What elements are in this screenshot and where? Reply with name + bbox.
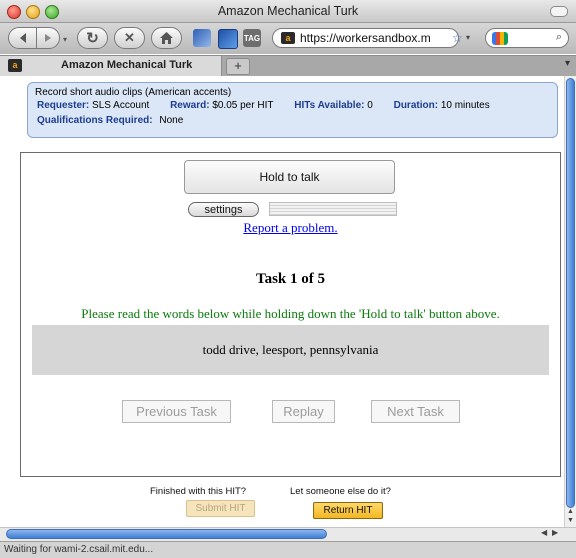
scroll-up-icon[interactable]: ▲ (567, 508, 574, 515)
toolbar-toggle-icon[interactable] (550, 6, 568, 17)
bookmark-icon[interactable] (193, 29, 211, 47)
requester-value: SLS Account (92, 100, 150, 111)
tab-overflow-icon[interactable]: ▾ (565, 58, 570, 69)
search-bar[interactable]: ⌕ (485, 28, 569, 48)
horizontal-scroll-thumb[interactable] (6, 529, 327, 539)
hit-info-box: Record short audio clips (American accen… (27, 82, 558, 138)
task-instruction: Please read the words below while holdin… (81, 306, 500, 321)
report-problem-link[interactable]: Report a problem. (21, 220, 560, 236)
stop-icon: ✕ (124, 30, 135, 45)
let-someone-else-text: Let someone else do it? (290, 486, 391, 497)
horizontal-scrollbar[interactable]: ◀ ▶ (0, 527, 576, 541)
tag-icon[interactable]: TAG (243, 29, 261, 47)
window-title: Amazon Mechanical Turk (217, 4, 359, 18)
tab-amazon-mechanical-turk[interactable]: a Amazon Mechanical Turk (0, 56, 222, 76)
new-tab-button[interactable]: + (226, 58, 250, 75)
url-text[interactable]: https://workersandbox.m (300, 31, 431, 45)
reload-button[interactable]: ↻ (77, 27, 108, 49)
task-title: Task 1 of 5 (255, 271, 326, 287)
phrase-text: todd drive, leesport, pennsylvania (202, 342, 379, 357)
status-bar: Waiting for wami-2.csail.mit.edu... (0, 541, 576, 558)
scroll-down-icon[interactable]: ▼ (567, 517, 574, 524)
star-icon[interactable]: ☆ (452, 31, 463, 45)
bookmarks-bar-icon[interactable] (218, 29, 238, 49)
hold-to-talk-button[interactable]: Hold to talk (184, 160, 395, 194)
previous-task-button[interactable]: Previous Task (122, 400, 231, 423)
forward-icon (45, 34, 51, 42)
back-icon (19, 33, 26, 43)
return-hit-button[interactable]: Return HIT (313, 502, 383, 519)
hit-title: Record short audio clips (American accen… (35, 87, 232, 98)
audio-level-meter (269, 202, 397, 216)
status-text: Waiting for wami-2.csail.mit.edu... (4, 544, 154, 555)
site-favicon: a (281, 32, 295, 44)
scroll-left-icon[interactable]: ◀ (541, 528, 547, 537)
stop-button[interactable]: ✕ (114, 27, 145, 49)
settings-button[interactable]: settings (188, 202, 259, 217)
finished-hit-text: Finished with this HIT? (150, 486, 247, 497)
submit-hit-button[interactable]: Submit HIT (186, 500, 255, 517)
home-icon (160, 32, 173, 44)
reward-label: Reward: (170, 100, 210, 111)
tab-favicon: a (8, 59, 22, 72)
page-content: Record short audio clips (American accen… (0, 76, 564, 527)
scroll-right-icon[interactable]: ▶ (552, 528, 558, 537)
history-dropdown-icon[interactable]: ▾ (63, 35, 67, 44)
forward-button[interactable] (36, 27, 60, 49)
reload-icon: ↻ (86, 30, 99, 47)
duration-value: 10 minutes (440, 100, 490, 111)
next-task-button[interactable]: Next Task (371, 400, 460, 423)
phrase-to-read: todd drive, leesport, pennsylvania (32, 325, 549, 375)
duration-label: Duration: (393, 100, 439, 111)
google-icon[interactable] (492, 32, 508, 45)
requester-label: Requester: (37, 100, 90, 111)
window-title-bar: Amazon Mechanical Turk (0, 0, 576, 23)
vertical-scrollbar[interactable]: ▲ ▼ (564, 76, 576, 527)
qualifications-value: None (159, 115, 184, 126)
hits-available-label: HITs Available: (294, 100, 365, 111)
search-icon[interactable]: ⌕ (556, 31, 562, 44)
hits-available-value: 0 (367, 100, 373, 111)
url-bar[interactable]: a https://workersandbox.m (272, 28, 459, 48)
tab-label: Amazon Mechanical Turk (61, 59, 193, 71)
vertical-scroll-thumb[interactable] (566, 78, 575, 508)
reward-value: $0.05 per HIT (212, 100, 274, 111)
url-dropdown-icon[interactable]: ▾ (466, 33, 470, 42)
browser-toolbar: ▾ ↻ ✕ TAG a https://workersandbox.m ☆ ▾ … (0, 23, 576, 54)
tab-strip: a Amazon Mechanical Turk + ▾ (0, 55, 576, 77)
back-button[interactable] (8, 27, 37, 49)
qualifications-label: Qualifications Required: (37, 115, 153, 126)
home-button[interactable] (151, 27, 182, 49)
replay-button[interactable]: Replay (272, 400, 335, 423)
hit-task-frame: Hold to talk settings Report a problem. … (20, 152, 561, 477)
